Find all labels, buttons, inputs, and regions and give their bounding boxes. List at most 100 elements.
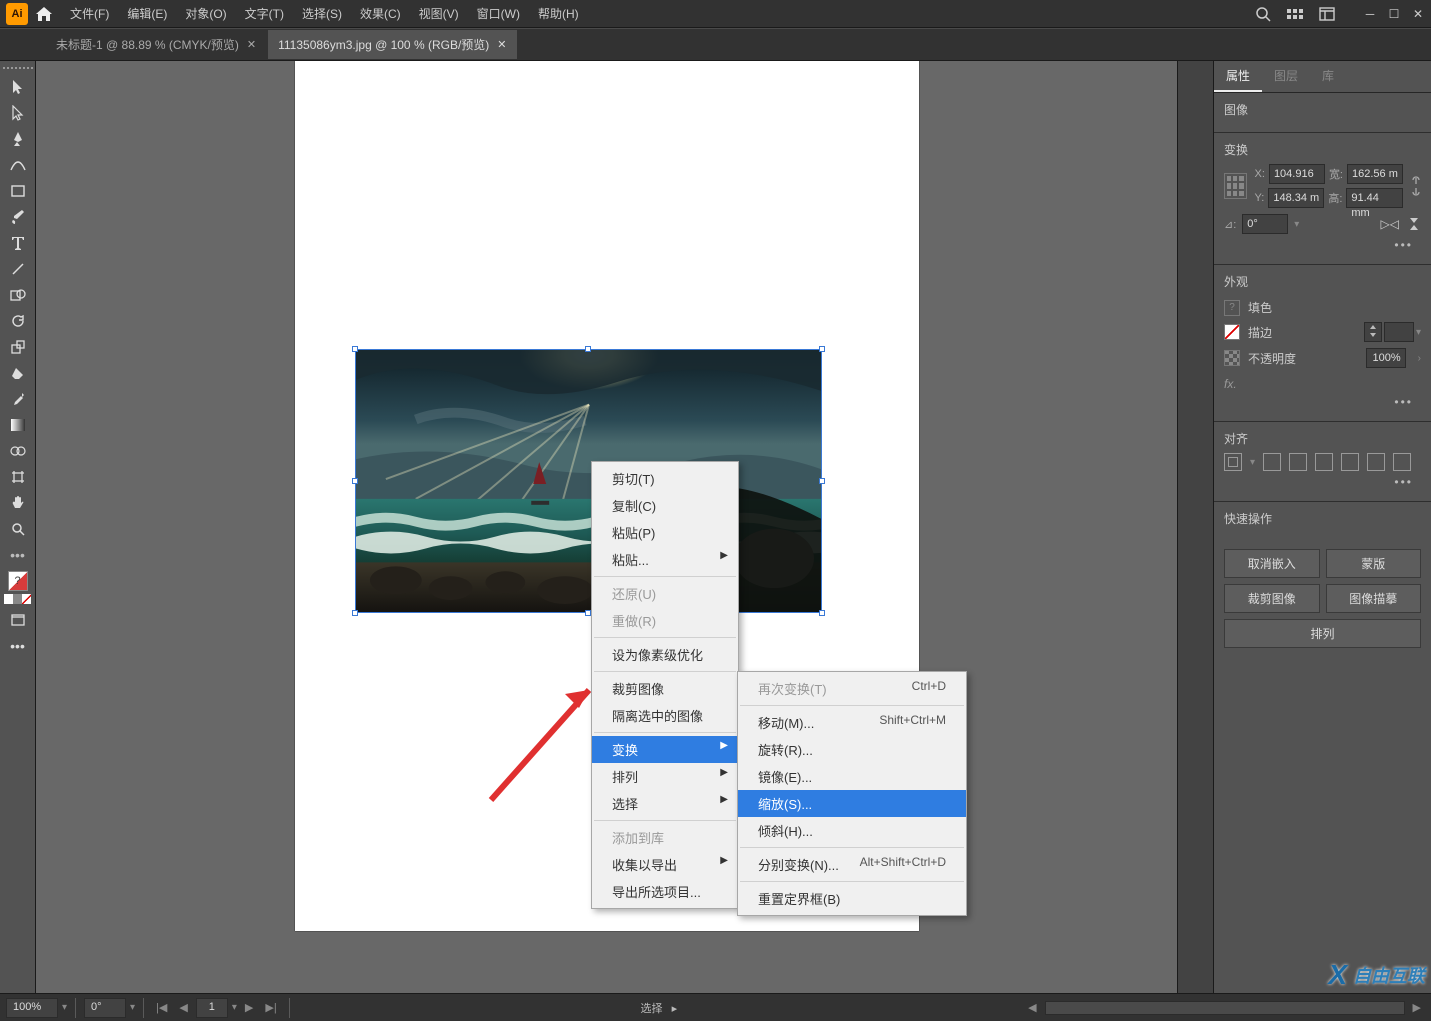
stroke-swatch[interactable] xyxy=(1224,324,1240,340)
dropdown-icon[interactable]: ▾ xyxy=(62,1002,67,1013)
dropdown-icon[interactable]: ▾ xyxy=(1416,327,1421,338)
minimize-button[interactable]: ─ xyxy=(1363,7,1377,21)
app-icon[interactable]: Ai xyxy=(6,3,28,25)
flip-vertical-icon[interactable] xyxy=(1407,217,1421,231)
arrange-docs-icon[interactable] xyxy=(1287,7,1303,21)
ctx-reflect[interactable]: 镜像(E)... xyxy=(738,763,966,790)
align-bottom-icon[interactable] xyxy=(1393,453,1411,471)
ctx-reset-bbox[interactable]: 重置定界框(B) xyxy=(738,885,966,912)
hand-tool[interactable] xyxy=(4,491,32,515)
fill-stroke-swatch[interactable] xyxy=(0,571,35,604)
ctx-crop-image[interactable]: 裁剪图像 xyxy=(592,675,738,702)
next-artboard-icon[interactable]: ▶ xyxy=(241,1001,257,1014)
ctx-shear[interactable]: 倾斜(H)... xyxy=(738,817,966,844)
mask-button[interactable]: 蒙版 xyxy=(1326,549,1422,578)
resize-handle[interactable] xyxy=(819,478,825,484)
shape-builder-tool[interactable] xyxy=(4,439,32,463)
image-trace-button[interactable]: 图像描摹 xyxy=(1326,584,1422,613)
menu-effect[interactable]: 效果(C) xyxy=(360,5,401,22)
resize-handle[interactable] xyxy=(819,346,825,352)
search-icon[interactable] xyxy=(1255,6,1271,22)
pen-tool[interactable] xyxy=(4,127,32,151)
ctx-cut[interactable]: 剪切(T) xyxy=(592,465,738,492)
screen-mode-tool[interactable] xyxy=(4,608,32,632)
paintbrush-tool[interactable] xyxy=(4,205,32,229)
stroke-weight-stepper[interactable] xyxy=(1364,322,1382,342)
curvature-tool[interactable] xyxy=(4,153,32,177)
workspace-switcher-icon[interactable] xyxy=(1319,7,1335,21)
chevron-right-icon[interactable]: › xyxy=(1418,353,1421,364)
ctx-copy[interactable]: 复制(C) xyxy=(592,492,738,519)
more-tools[interactable]: ••• xyxy=(4,543,32,567)
resize-handle[interactable] xyxy=(819,610,825,616)
ctx-paste[interactable]: 粘贴(P) xyxy=(592,519,738,546)
tab-properties[interactable]: 属性 xyxy=(1214,61,1262,92)
gradient-tool[interactable] xyxy=(4,413,32,437)
angle-input[interactable]: 0° xyxy=(1242,214,1288,234)
shape-tool[interactable] xyxy=(4,283,32,307)
selection-tool[interactable] xyxy=(4,75,32,99)
tab-library[interactable]: 库 xyxy=(1310,61,1346,92)
stroke-weight-input[interactable] xyxy=(1384,322,1414,342)
type-tool[interactable] xyxy=(4,231,32,255)
menu-window[interactable]: 窗口(W) xyxy=(477,5,520,22)
align-top-icon[interactable] xyxy=(1341,453,1359,471)
menu-edit[interactable]: 编辑(E) xyxy=(127,5,167,22)
panel-more-icon[interactable]: ••• xyxy=(1224,471,1421,493)
resize-handle[interactable] xyxy=(585,346,591,352)
home-icon[interactable] xyxy=(36,7,52,21)
ctx-export-selection[interactable]: 导出所选项目... xyxy=(592,878,738,905)
zoom-input[interactable]: 100% xyxy=(6,998,58,1018)
y-input[interactable]: 148.34 m xyxy=(1268,188,1324,208)
menu-view[interactable]: 视图(V) xyxy=(419,5,459,22)
rotate-tool[interactable] xyxy=(4,309,32,333)
eyedropper-tool[interactable] xyxy=(4,387,32,411)
ctx-select[interactable]: 选择▶ xyxy=(592,790,738,817)
selected-image[interactable] xyxy=(355,349,822,613)
height-input[interactable]: 91.44 mm xyxy=(1346,188,1403,208)
eraser-tool[interactable] xyxy=(4,361,32,385)
align-hcenter-icon[interactable] xyxy=(1289,453,1307,471)
menu-help[interactable]: 帮助(H) xyxy=(538,5,579,22)
ctx-paste-sub[interactable]: 粘贴...▶ xyxy=(592,546,738,573)
line-tool[interactable] xyxy=(4,257,32,281)
horizontal-scrollbar[interactable] xyxy=(1045,1001,1405,1015)
align-vcenter-icon[interactable] xyxy=(1367,453,1385,471)
fx-label[interactable]: fx. xyxy=(1224,377,1421,391)
menu-type[interactable]: 文字(T) xyxy=(245,5,284,22)
doc-tab-image[interactable]: 11135086ym3.jpg @ 100 % (RGB/预览) ✕ xyxy=(268,30,516,59)
fill-swatch[interactable]: ? xyxy=(1224,300,1240,316)
menu-object[interactable]: 对象(O) xyxy=(185,5,226,22)
ctx-isolate[interactable]: 隔离选中的图像 xyxy=(592,702,738,729)
resize-handle[interactable] xyxy=(352,346,358,352)
align-left-icon[interactable] xyxy=(1263,453,1281,471)
direct-selection-tool[interactable] xyxy=(4,101,32,125)
resize-handle[interactable] xyxy=(352,610,358,616)
align-right-icon[interactable] xyxy=(1315,453,1333,471)
panel-more-icon[interactable]: ••• xyxy=(1224,391,1421,413)
close-button[interactable]: ✕ xyxy=(1411,7,1425,21)
panel-more-icon[interactable]: ••• xyxy=(1224,234,1421,256)
menu-file[interactable]: 文件(F) xyxy=(70,5,109,22)
rectangle-tool[interactable] xyxy=(4,179,32,203)
width-input[interactable]: 162.56 m xyxy=(1347,164,1403,184)
ctx-transform[interactable]: 变换▶ xyxy=(592,736,738,763)
edit-toolbar[interactable]: ••• xyxy=(4,634,32,658)
opacity-input[interactable]: 100% xyxy=(1366,348,1406,368)
doc-tab-untitled[interactable]: 未标题-1 @ 88.89 % (CMYK/预览) ✕ xyxy=(46,30,266,59)
ctx-pixel-optimize[interactable]: 设为像素级优化 xyxy=(592,641,738,668)
menu-select[interactable]: 选择(S) xyxy=(302,5,342,22)
dropdown-icon[interactable]: ▾ xyxy=(232,1002,237,1013)
tab-layers[interactable]: 图层 xyxy=(1262,61,1310,92)
flip-horizontal-icon[interactable]: ▷◁ xyxy=(1381,217,1399,231)
scroll-right-icon[interactable]: ▶ xyxy=(1409,1001,1425,1014)
x-input[interactable]: 104.916 xyxy=(1269,164,1325,184)
scale-tool[interactable] xyxy=(4,335,32,359)
ctx-rotate[interactable]: 旋转(R)... xyxy=(738,736,966,763)
close-icon[interactable]: ✕ xyxy=(247,38,256,51)
close-icon[interactable]: ✕ xyxy=(497,38,506,51)
ctx-scale[interactable]: 缩放(S)... xyxy=(738,790,966,817)
artboard-number-input[interactable]: 1 xyxy=(196,998,228,1018)
zoom-tool[interactable] xyxy=(4,517,32,541)
maximize-button[interactable]: ☐ xyxy=(1387,7,1401,21)
